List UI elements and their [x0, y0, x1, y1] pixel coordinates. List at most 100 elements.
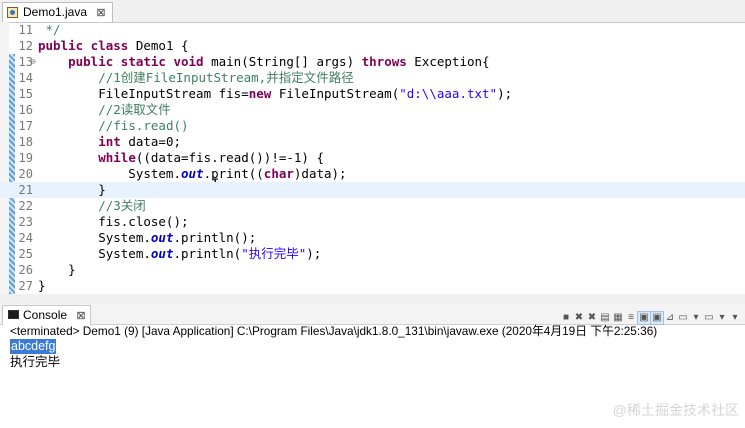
code-text: } [38, 182, 106, 198]
code-line[interactable]: 27} [0, 278, 745, 294]
line-number: 22 [18, 199, 33, 213]
line-number: 24 [18, 231, 33, 245]
line-number: 12 [18, 39, 33, 53]
field-token: out [181, 166, 204, 181]
clear-console-icon[interactable]: ▤ [599, 312, 611, 324]
code-token: } [38, 262, 76, 277]
comment-token: //1创建FileInputStream,并指定文件路径 [98, 70, 354, 85]
code-text: //3关闭 [38, 198, 146, 214]
open-console-icon[interactable]: ▭ [703, 312, 715, 324]
code-line[interactable]: 15 FileInputStream fis=new FileInputStre… [0, 86, 745, 102]
code-token: ); [497, 86, 513, 101]
close-tab-icon[interactable]: ⊠ [96, 4, 105, 23]
console-tabbar: Console ⊠ ■ ✖ ✖ ▤ ▦ ≡ ▣ ▣ ⊿ ▭ ▾ ▭ ▾ ▾ [0, 304, 745, 325]
code-line[interactable]: 20 System.out.print((char)data); [0, 166, 745, 182]
keyword-token: char [263, 166, 294, 181]
comment-token: //fis.read() [98, 118, 189, 133]
scroll-lock-icon[interactable]: ▦ [612, 312, 624, 324]
display-console-icon[interactable]: ▭ [677, 312, 689, 324]
code-line[interactable]: 13 ⊖ public static void main(String[] arg… [0, 54, 745, 70]
keyword-token: int [98, 134, 121, 149]
remove-launch-icon[interactable]: ✖ [573, 312, 585, 324]
code-line[interactable]: 23 fis.close(); [0, 214, 745, 230]
line-number: 11 [18, 23, 33, 37]
code-token: main(String[] args) [203, 54, 362, 69]
code-token: data=0; [120, 134, 182, 149]
word-wrap-icon[interactable]: ≡ [625, 312, 637, 324]
code-text: System.out.println("执行完毕"); [38, 246, 321, 262]
console-output-line[interactable]: abcdefg [10, 339, 57, 354]
code-line[interactable]: 17 //fis.read() [0, 118, 745, 134]
code-line[interactable]: 11 */ [0, 22, 745, 38]
code-line[interactable]: 16 //2读取文件 [0, 102, 745, 118]
code-line[interactable]: 24 System.out.println(); [0, 230, 745, 246]
editor-tab-demo1-java[interactable]: Demo1.java ⊠ [2, 2, 113, 22]
fold-toggle-icon[interactable]: ⊖ [31, 54, 36, 70]
code-line[interactable]: 21 } [0, 182, 745, 198]
line-number: 25 [18, 247, 33, 261]
code-line[interactable]: 19 while((data=fis.read())!=-1) { [0, 150, 745, 166]
keyword-token: new [248, 86, 272, 101]
code-line[interactable]: 26 } [0, 262, 745, 278]
code-text: } [38, 262, 76, 278]
line-number: 21 [18, 183, 33, 197]
code-token: Exception{ [406, 54, 490, 69]
line-number: 19 [18, 151, 33, 165]
code-token: FileInputStream fis= [38, 86, 249, 101]
keyword-token: public class [38, 38, 129, 53]
keyword-token: public static void [68, 54, 204, 69]
code-token: .println(); [173, 230, 257, 245]
show-on-stdout-icon[interactable]: ▣ [637, 311, 651, 325]
line-number: 17 [18, 119, 33, 133]
code-text: int data=0; [38, 134, 181, 150]
code-text: public static void main(String[] args) t… [38, 54, 490, 70]
keyword-token: throws [361, 54, 407, 69]
line-number: 16 [18, 103, 33, 117]
code-line[interactable]: 12 public class Demo1 { [0, 38, 745, 54]
code-line[interactable]: 14 //1创建FileInputStream,并指定文件路径 [0, 70, 745, 86]
display-console-dropdown-icon[interactable]: ▾ [690, 312, 702, 324]
console-icon [8, 310, 19, 319]
keyword-token: while [98, 150, 136, 165]
code-editor[interactable]: I 11 */12public class Demo1 {13⊖ public … [0, 22, 745, 294]
comment-token: //3关闭 [98, 198, 146, 213]
code-token: FileInputStream( [271, 86, 400, 101]
string-token: "d:\\aaa.txt" [399, 86, 498, 101]
line-number: 15 [18, 87, 33, 101]
code-line[interactable]: 25 System.out.println("执行完毕"); [0, 246, 745, 262]
code-text: //2读取文件 [38, 102, 171, 118]
terminate-icon[interactable]: ■ [560, 312, 572, 324]
code-token: } [38, 278, 46, 293]
code-token: } [38, 182, 106, 197]
line-number: 26 [18, 263, 33, 277]
line-number: 20 [18, 167, 33, 181]
console-tab-label: Console [23, 308, 68, 322]
field-token: out [150, 230, 174, 245]
line-number: 14 [18, 71, 33, 85]
code-token: )data); [293, 166, 347, 181]
code-token: fis.close(); [38, 214, 189, 229]
code-text: System.out.println(); [38, 230, 256, 246]
code-text: while((data=fis.read())!=-1) { [38, 150, 324, 166]
console-toolbar: ■ ✖ ✖ ▤ ▦ ≡ ▣ ▣ ⊿ ▭ ▾ ▭ ▾ ▾ [559, 307, 741, 325]
show-on-stderr-icon[interactable]: ▣ [650, 311, 664, 325]
code-token: System. [38, 246, 151, 261]
editor-tab-label: Demo1.java [23, 5, 88, 19]
view-menu-icon[interactable]: ▾ [729, 312, 741, 324]
comment-token: */ [38, 22, 61, 37]
code-line[interactable]: 18 int data=0; [0, 134, 745, 150]
code-line[interactable]: 22 //3关闭 [0, 198, 745, 214]
pin-console-icon[interactable]: ⊿ [664, 312, 676, 324]
console-output-line[interactable]: 执行完毕 [10, 355, 60, 370]
remove-all-launches-icon[interactable]: ✖ [586, 312, 598, 324]
line-number: 23 [18, 215, 33, 229]
code-text: public class Demo1 { [38, 38, 189, 54]
open-console-dropdown-icon[interactable]: ▾ [716, 312, 728, 324]
string-token: "执行完毕" [241, 246, 307, 261]
console-tab[interactable]: Console ⊠ [2, 305, 91, 325]
